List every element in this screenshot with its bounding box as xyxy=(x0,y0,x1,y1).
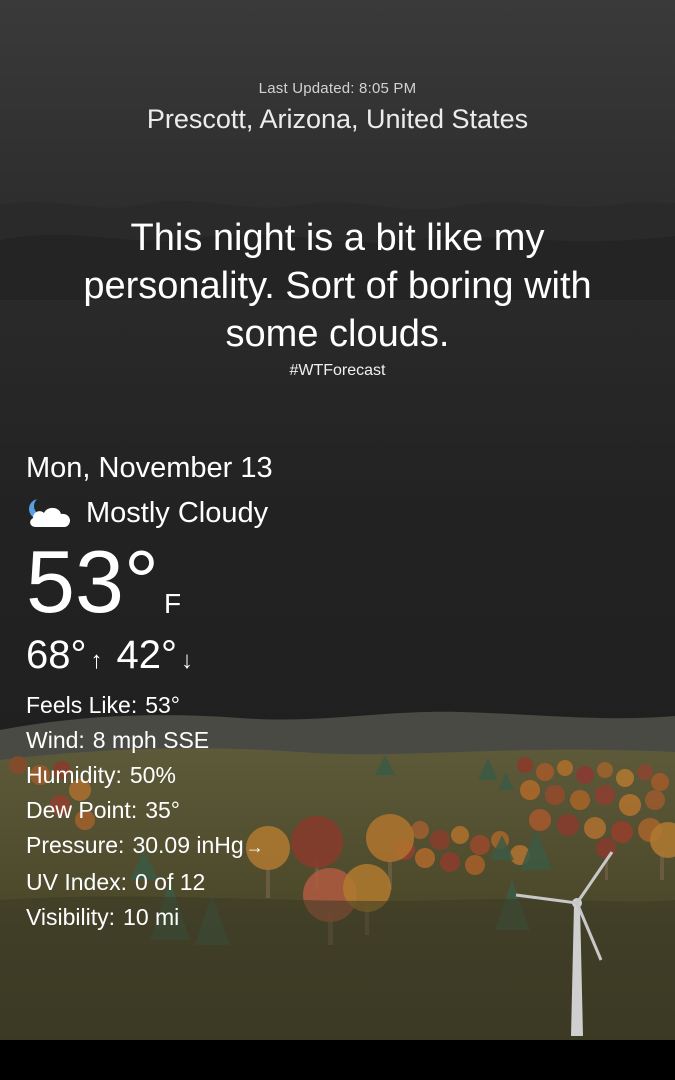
detail-label: Feels Like: xyxy=(26,692,138,718)
condition-label: Mostly Cloudy xyxy=(86,496,269,529)
condition-row: Mostly Cloudy xyxy=(26,495,268,531)
pressure-trend-arrow-icon: → xyxy=(245,837,264,857)
detail-wind: Wind: 8 mph SSE xyxy=(26,723,264,758)
high-temp: 68° xyxy=(26,633,87,677)
current-temperature: 53° xyxy=(26,532,160,631)
detail-feels-like: Feels Like: 53° xyxy=(26,688,264,723)
detail-label: Pressure: xyxy=(26,832,125,858)
last-updated-text: Last Updated: 8:05 PM xyxy=(258,80,417,97)
detail-label: Visibility: xyxy=(26,904,116,930)
detail-value: 50% xyxy=(129,762,176,788)
down-arrow-icon: ↓ xyxy=(181,647,193,674)
detail-value: 35° xyxy=(145,797,180,823)
detail-value: 30.09 inHg xyxy=(132,832,244,858)
forecast-quote: This night is a bit like my personality.… xyxy=(83,217,592,355)
detail-value: 53° xyxy=(145,692,180,718)
detail-label: Humidity: xyxy=(26,762,122,788)
detail-label: Wind: xyxy=(26,727,85,753)
detail-humidity: Humidity: 50% xyxy=(26,758,264,793)
detail-pressure: Pressure: 30.09 inHg → xyxy=(26,828,264,865)
location-title[interactable]: Prescott, Arizona, United States xyxy=(0,104,675,135)
detail-value: 8 mph SSE xyxy=(92,727,210,753)
weather-details: Feels Like: 53° Wind: 8 mph SSE Humidity: 5… xyxy=(26,688,264,935)
detail-dew-point: Dew Point: 35° xyxy=(26,793,264,828)
current-date: Mon, November 13 xyxy=(26,452,273,484)
detail-visibility: Visibility: 10 mi xyxy=(26,900,264,935)
temperature-unit[interactable]: F xyxy=(164,588,181,620)
detail-value: 0 of 12 xyxy=(135,869,206,895)
moon-cloud-icon xyxy=(29,497,71,527)
detail-uv-index: UV Index: 0 of 12 xyxy=(26,865,264,900)
low-temp: 42° xyxy=(116,633,178,677)
system-nav-bar xyxy=(0,1040,675,1080)
detail-label: Dew Point: xyxy=(26,797,138,823)
forecast-hashtag[interactable]: #WTForecast xyxy=(0,362,675,380)
detail-label: UV Index: xyxy=(26,869,127,895)
up-arrow-icon: ↑ xyxy=(90,647,103,674)
high-low-temps: 68° ↑ 42° ↓ xyxy=(26,630,207,686)
detail-value: 10 mi xyxy=(123,904,180,930)
